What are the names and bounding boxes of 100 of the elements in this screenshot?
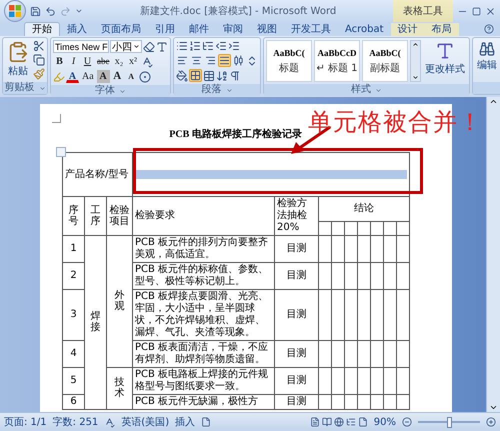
style-tile[interactable]: AaBbC( 副标题	[362, 40, 408, 82]
undo-icon[interactable]	[45, 6, 56, 16]
align-button[interactable]	[218, 54, 231, 67]
print-layout-icon[interactable]	[310, 417, 320, 427]
ribbon-tab[interactable]: 设计	[390, 23, 425, 36]
customize-icon[interactable]	[75, 7, 83, 15]
group-label: 样式	[351, 84, 371, 96]
line-spacing-icon[interactable]	[246, 54, 258, 66]
squares-logo-icon	[9, 5, 21, 17]
format-button[interactable]: A	[110, 70, 124, 83]
sort-icon[interactable]	[216, 70, 228, 82]
web-layout-icon[interactable]	[334, 417, 344, 427]
group-label: 剪贴板	[4, 82, 34, 94]
table-cell: 1	[62, 236, 84, 262]
format-button[interactable]: x²	[126, 55, 140, 68]
scroll-down-icon[interactable]	[489, 403, 498, 412]
indent-decrease-icon[interactable]	[215, 40, 227, 52]
maximize-icon[interactable]	[472, 6, 481, 16]
table-cell: 5	[62, 368, 84, 394]
ribbon-tab[interactable]: 布局	[424, 23, 459, 36]
margin-mark	[52, 114, 61, 123]
format-button[interactable]: I	[67, 55, 80, 68]
close-icon[interactable]	[485, 6, 496, 16]
help-icon[interactable]	[484, 24, 494, 34]
ribbon-tab[interactable]: 邮件	[182, 23, 216, 36]
ribbon-tab[interactable]: Acrobat	[338, 23, 391, 36]
pilcrow-icon[interactable]	[229, 70, 241, 82]
align-button[interactable]	[232, 54, 245, 67]
dialog-launcher-icon[interactable]	[119, 88, 126, 94]
table-header: 检验要求	[132, 196, 275, 236]
ribbon-tab[interactable]: 审阅	[216, 23, 250, 36]
paint-bucket-icon[interactable]	[176, 70, 188, 82]
table-cell: 目测	[274, 236, 319, 262]
dialog-launcher-icon[interactable]	[38, 84, 46, 92]
word-count: 字数: 251	[52, 416, 98, 429]
ribbon-tab[interactable]: 引用	[148, 23, 182, 36]
ribbon-tab[interactable]: 页面布局	[94, 23, 148, 36]
dialog-launcher-icon[interactable]	[375, 86, 382, 94]
dialog-launcher-icon[interactable]	[226, 86, 232, 94]
zoom-thumb[interactable]	[447, 416, 452, 428]
align-button[interactable]	[190, 54, 203, 67]
group-footer	[473, 82, 500, 94]
change-styles-button[interactable]: 更改样式	[423, 40, 467, 77]
ribbon-tab[interactable]: 开始	[24, 22, 60, 36]
format-button[interactable]: A	[124, 70, 138, 83]
scroll-up-icon[interactable]	[412, 41, 419, 48]
table-move-handle[interactable]	[56, 147, 66, 157]
table-cell: PCB 板元件的排列方向要整齐美观，高低适宜。	[132, 236, 275, 262]
office-button[interactable]	[4, 0, 26, 22]
table-icon[interactable]	[203, 70, 215, 82]
table-cell: 外观	[106, 236, 133, 368]
zoom-in-icon[interactable]	[486, 417, 496, 427]
format-button[interactable]: x₂	[112, 55, 126, 68]
font-name-field[interactable]: Times New F	[53, 40, 109, 53]
table-cell: 4	[62, 340, 84, 368]
format-button[interactable]: U	[81, 55, 94, 68]
format-button[interactable]: abe	[95, 55, 112, 68]
vertical-scrollbar[interactable]	[486, 97, 500, 412]
paintbrush-icon[interactable]	[33, 68, 45, 80]
table-header: 检验方法抽检20%	[274, 196, 319, 236]
page-count: 页面: 1/1	[4, 416, 47, 429]
table-cell: 技术	[106, 368, 133, 410]
paste-button[interactable]: 粘贴	[5, 40, 31, 79]
copy-icon[interactable]	[33, 54, 45, 66]
format-button[interactable]: B	[53, 55, 66, 68]
binoculars-icon[interactable]	[479, 41, 495, 57]
table-header: 工序	[84, 196, 106, 236]
table-cell: 目测	[274, 340, 319, 368]
spellcheck-icon[interactable]	[140, 56, 152, 68]
ribbon-tab[interactable]: 插入	[60, 23, 94, 36]
clipboard-icon[interactable]	[7, 41, 29, 63]
ribbon-tab[interactable]: 开发工具	[284, 23, 338, 36]
style-tile[interactable]: AaBbC( 标题	[266, 40, 312, 82]
ribbon-tab[interactable]: 视图	[250, 23, 284, 36]
format-button[interactable]: Aa	[80, 70, 96, 83]
align-button[interactable]	[204, 54, 217, 67]
dropdown-caret-icon[interactable]	[133, 43, 140, 50]
align-button[interactable]	[176, 54, 189, 67]
style-tile[interactable]: AaBbCcD ↵ 标题 1	[314, 40, 360, 82]
indent-increase-icon[interactable]	[228, 40, 240, 52]
save-icon[interactable]	[30, 6, 41, 16]
proofing-icon[interactable]	[104, 416, 116, 428]
language-label: 英语(美国)	[121, 416, 170, 429]
border-button[interactable]	[189, 69, 202, 82]
zoom-out-icon[interactable]	[402, 417, 412, 427]
multilevel-list-icon[interactable]	[202, 40, 214, 52]
table-cell: 目测	[274, 290, 319, 340]
scroll-down-icon[interactable]	[412, 74, 419, 81]
scroll-up-icon[interactable]	[489, 97, 498, 106]
letter-icon[interactable]	[156, 40, 168, 52]
reading-view-icon[interactable]	[322, 417, 332, 427]
editing-button[interactable]: 编辑	[475, 40, 499, 73]
format-button[interactable]: A	[96, 70, 110, 83]
eraser-icon[interactable]	[143, 40, 155, 52]
outline-icon[interactable]	[346, 417, 356, 427]
letter-icon[interactable]	[435, 41, 455, 61]
table-cell: PCB 板电路板上焊接的元件规格型号与图纸要求一致。	[132, 368, 275, 394]
cut-icon[interactable]	[33, 40, 45, 52]
font-size-field[interactable]: 小四	[110, 40, 142, 53]
numbered-list-icon[interactable]	[189, 40, 201, 52]
